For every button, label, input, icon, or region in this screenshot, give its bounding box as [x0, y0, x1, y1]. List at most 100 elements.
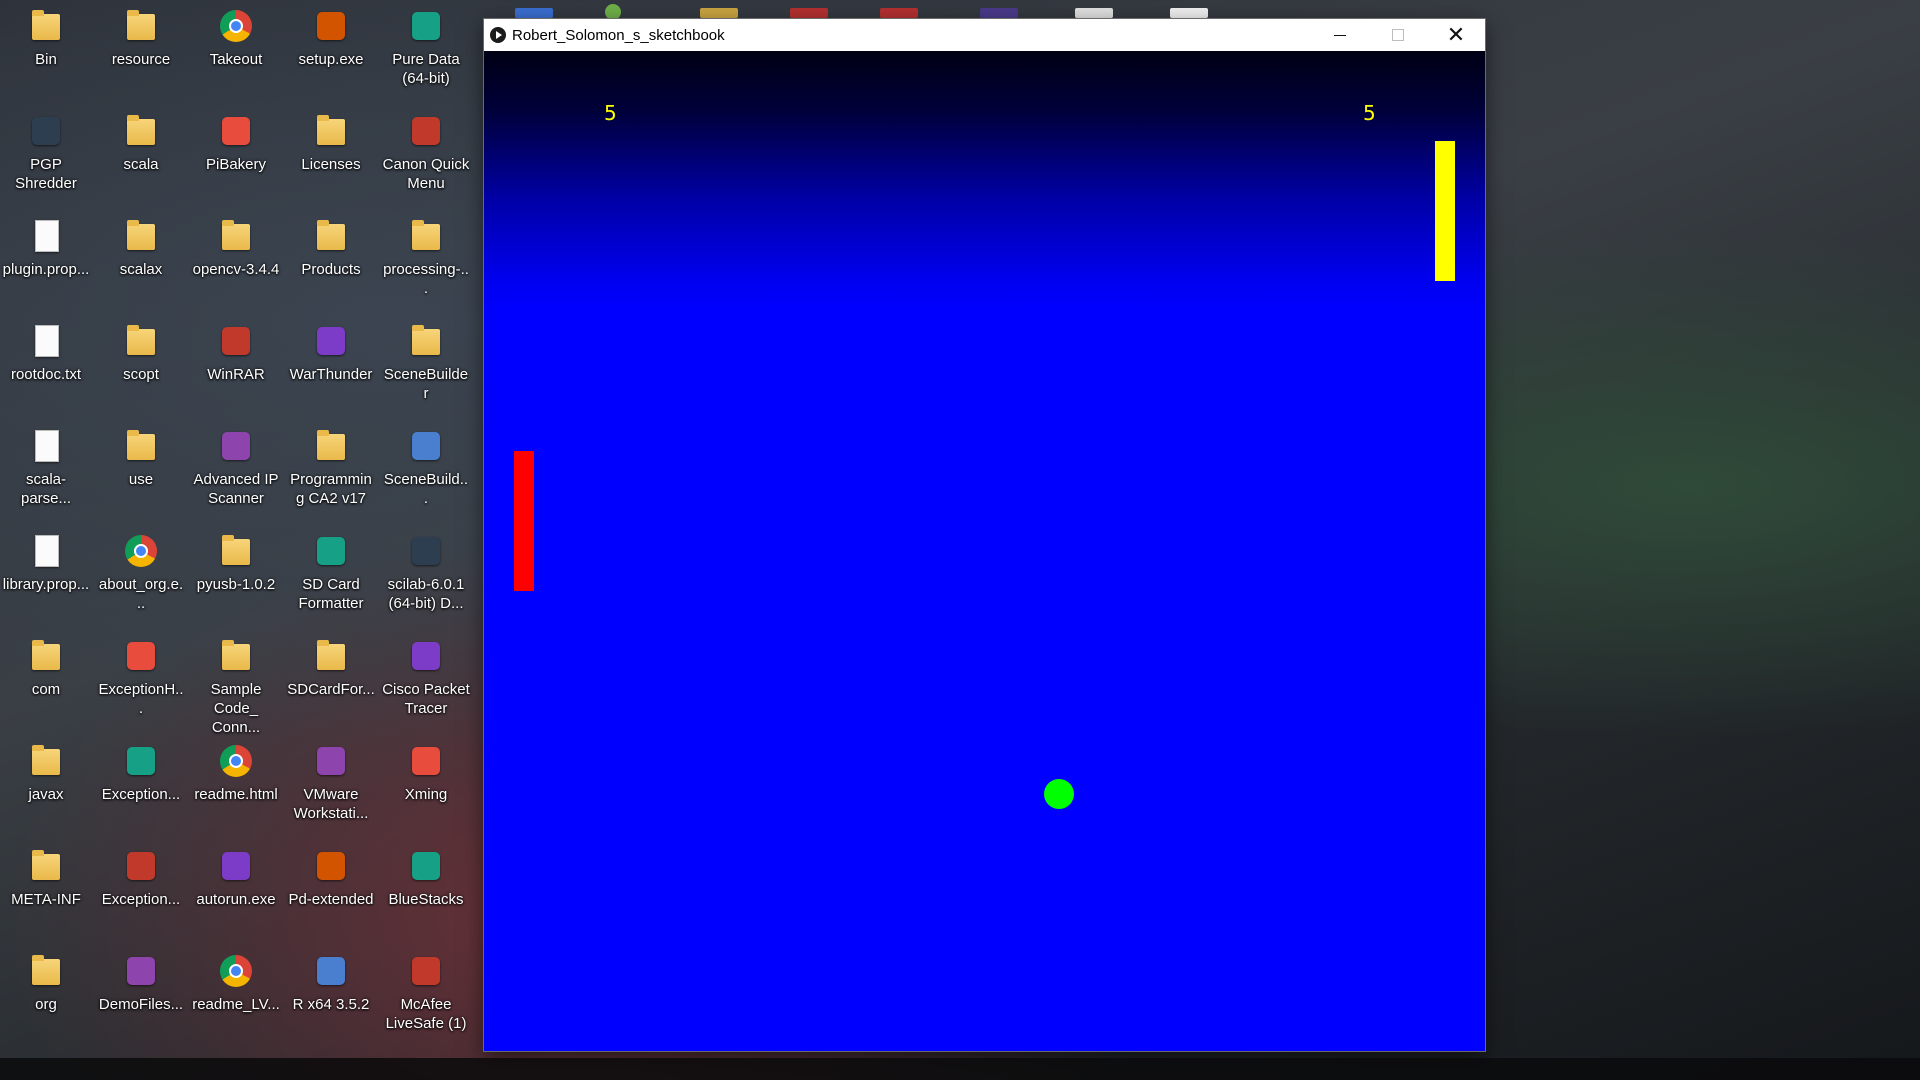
desktop-icon-27[interactable]: about_org.e... — [95, 525, 187, 625]
desktop-icon-12[interactable]: scalax — [95, 210, 187, 310]
desktop-icon-17[interactable]: scopt — [95, 315, 187, 415]
desktop-icon-label: scilab-6.0.1 (64-bit) D... — [387, 576, 465, 612]
desktop-icon-label: DemoFiles... — [98, 996, 184, 1013]
desktop-icon-26[interactable]: library.prop... — [0, 525, 92, 625]
desktop-icon-48[interactable]: readme_LV... — [190, 945, 282, 1045]
desktop-icon-label: Products — [301, 261, 361, 278]
app-icon — [216, 321, 256, 361]
desktop-icon-45[interactable]: BlueStacks — [380, 840, 472, 940]
folder-icon — [406, 321, 446, 361]
desktop-icon-21[interactable]: scala-parse... — [0, 420, 92, 520]
background-bottom-strip — [0, 1058, 1920, 1080]
desktop-icon-label: com — [31, 681, 61, 698]
file-icon — [26, 216, 66, 256]
desktop-icon-label: SceneBuild... — [383, 471, 469, 507]
desktop-icon-label: processing-... — [383, 261, 469, 297]
desktop-icon-43[interactable]: autorun.exe — [190, 840, 282, 940]
processing-app-icon — [490, 27, 506, 43]
desktop-icon-label: resource — [111, 51, 171, 68]
desktop-icon-label: Bin — [35, 51, 57, 68]
maximize-icon — [1392, 29, 1404, 41]
folder-icon — [311, 111, 351, 151]
desktop-icon-20[interactable]: SceneBuilder — [380, 315, 472, 415]
desktop-icon-4[interactable]: setup.exe — [285, 0, 377, 100]
game-canvas[interactable]: 5 5 — [484, 51, 1485, 1051]
desktop-icon-29[interactable]: SD Card Formatter — [285, 525, 377, 625]
window-titlebar[interactable]: Robert_Solomon_s_sketchbook ✕ — [484, 19, 1485, 51]
desktop-icon-37[interactable]: Exception... — [95, 735, 187, 835]
close-button[interactable]: ✕ — [1427, 19, 1485, 51]
score-right: 5 — [1363, 101, 1376, 125]
chrome-icon — [216, 951, 256, 991]
desktop-icon-47[interactable]: DemoFiles... — [95, 945, 187, 1045]
desktop-icon-14[interactable]: Products — [285, 210, 377, 310]
desktop-icon-1[interactable]: Bin — [0, 0, 92, 100]
desktop-icon-33[interactable]: Sample Code_ Conn... — [190, 630, 282, 736]
file-icon — [26, 426, 66, 466]
desktop-icon-49[interactable]: R x64 3.5.2 — [285, 945, 377, 1045]
desktop-icon-label: Xming — [404, 786, 448, 803]
desktop-icon-16[interactable]: rootdoc.txt — [0, 315, 92, 415]
desktop-icon-label: opencv-3.4.4 — [192, 261, 280, 278]
desktop-icon-28[interactable]: pyusb-1.0.2 — [190, 525, 282, 625]
desktop-icon-6[interactable]: PGP Shredder — [0, 105, 92, 205]
desktop-icon-label: pyusb-1.0.2 — [196, 576, 276, 593]
desktop-icon-5[interactable]: Pure Data (64-bit) — [380, 0, 472, 100]
desktop-icon-23[interactable]: Advanced IP Scanner — [190, 420, 282, 520]
desktop-icon-30[interactable]: scilab-6.0.1 (64-bit) D... — [380, 525, 472, 625]
app-icon — [311, 741, 351, 781]
minimize-button[interactable] — [1311, 19, 1369, 51]
desktop-icon-label: about_org.e... — [98, 576, 184, 612]
desktop-icon-36[interactable]: javax — [0, 735, 92, 835]
desktop-icon-32[interactable]: ExceptionH... — [95, 630, 187, 730]
desktop-icon-2[interactable]: resource — [95, 0, 187, 100]
desktop-icon-25[interactable]: SceneBuild... — [380, 420, 472, 520]
desktop-icon-13[interactable]: opencv-3.4.4 — [190, 210, 282, 310]
desktop-icon-label: META-INF — [11, 891, 81, 908]
desktop-icon-label: ExceptionH... — [98, 681, 184, 717]
desktop-icon-24[interactable]: Programming CA2 v17 — [285, 420, 377, 520]
desktop-icon-18[interactable]: WinRAR — [190, 315, 282, 415]
desktop-icon-35[interactable]: Cisco Packet Tracer — [380, 630, 472, 730]
folder-icon — [311, 636, 351, 676]
desktop-icon-10[interactable]: Canon Quick Menu — [380, 105, 472, 205]
desktop-icon-39[interactable]: VMware Workstati... — [285, 735, 377, 835]
score-left: 5 — [604, 101, 617, 125]
desktop-icon-38[interactable]: readme.html — [190, 735, 282, 835]
desktop-icon-7[interactable]: scala — [95, 105, 187, 205]
desktop-icon-22[interactable]: use — [95, 420, 187, 520]
file-icon — [26, 321, 66, 361]
desktop-icon-label: Cisco Packet Tracer — [382, 681, 470, 717]
app-icon — [311, 321, 351, 361]
app-icon — [121, 636, 161, 676]
desktop-icon-8[interactable]: PiBakery — [190, 105, 282, 205]
desktop-icon-label: plugin.prop... — [2, 261, 90, 278]
desktop-icon-42[interactable]: Exception... — [95, 840, 187, 940]
desktop-icon-label: Takeout — [209, 51, 263, 68]
desktop-icon-46[interactable]: org — [0, 945, 92, 1045]
desktop-icon-label: McAfee LiveSafe (1) — [385, 996, 467, 1032]
folder-icon — [216, 216, 256, 256]
desktop-icon-9[interactable]: Licenses — [285, 105, 377, 205]
app-icon — [406, 531, 446, 571]
app-icon — [216, 111, 256, 151]
folder-icon — [121, 6, 161, 46]
desktop-icon-44[interactable]: Pd-extended — [285, 840, 377, 940]
desktop-icon-34[interactable]: SDCardFor... — [285, 630, 377, 730]
desktop-icon-label: VMware Workstati... — [293, 786, 369, 822]
folder-icon — [121, 111, 161, 151]
close-icon: ✕ — [1446, 22, 1466, 47]
desktop-icon-41[interactable]: META-INF — [0, 840, 92, 940]
desktop-icon-15[interactable]: processing-... — [380, 210, 472, 310]
desktop-icon-31[interactable]: com — [0, 630, 92, 730]
desktop-icon-label: Pd-extended — [288, 891, 374, 908]
desktop-icon-label: PiBakery — [205, 156, 267, 173]
maximize-button[interactable] — [1369, 19, 1427, 51]
desktop-icon-3[interactable]: Takeout — [190, 0, 282, 100]
desktop-icon-label: autorun.exe — [196, 891, 276, 908]
desktop-icon-19[interactable]: WarThunder — [285, 315, 377, 415]
desktop-icon-40[interactable]: Xming — [380, 735, 472, 835]
folder-icon — [121, 321, 161, 361]
desktop-icon-50[interactable]: McAfee LiveSafe (1) — [380, 945, 472, 1045]
desktop-icon-11[interactable]: plugin.prop... — [0, 210, 92, 310]
